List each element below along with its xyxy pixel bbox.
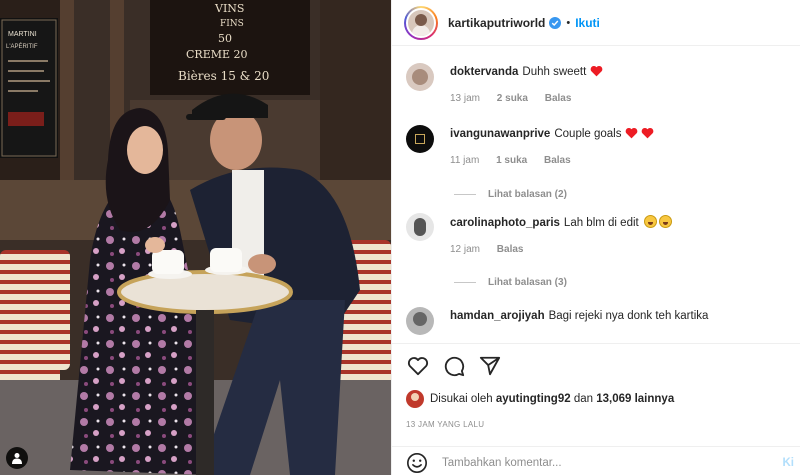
comment-likes[interactable]: 2 suka [497,93,528,104]
comment-item: hamdan_arojiyah Bagi rejeki nya donk teh … [406,307,800,335]
red-heart-emoji-icon [590,65,602,77]
post-timestamp[interactable]: 13 JAM YANG LALU [406,420,484,429]
sign-line: CREME 20 [186,48,248,61]
red-heart-emoji-icon [641,127,654,139]
comment-username[interactable]: doktervanda [450,66,518,78]
comment-text: Lah blm di edit [563,217,639,229]
action-bar [392,343,800,388]
menu-board-line: MARTINI [8,31,37,38]
laughing-emoji-icon [643,215,657,228]
emoji-smiley-icon[interactable] [406,452,428,474]
comment-text: Bagi rejeki nya donk teh kartika [548,310,709,322]
sign-line: Bières 15 & 20 [178,69,269,83]
menu-board-line: L'APÉRITIF [6,43,38,50]
post-photo[interactable]: MARTINI L'APÉRITIF VINS FINS 50 CREME 20… [0,0,391,475]
comment-text: Duhh sweett [522,66,587,78]
comment-bubble-icon [444,356,465,377]
laughing-emoji-icon [658,215,672,228]
comment-time[interactable]: 12 jam [450,244,480,255]
likes-others[interactable]: 13,069 lainnya [596,393,674,405]
comment-time[interactable]: 11 jam [450,155,479,166]
liker-avatar[interactable] [406,390,424,408]
view-replies-button[interactable]: Lihat balasan (3) [454,271,800,293]
reply-button[interactable]: Balas [497,244,524,255]
liker-username[interactable]: ayutingting92 [496,393,571,405]
likes-summary[interactable]: Disukai oleh ayutingting92 dan 13,069 la… [406,390,674,408]
sign-line: 50 [218,32,232,45]
replies-divider [454,193,476,195]
reply-button[interactable]: Balas [544,155,571,166]
tagged-people-button[interactable] [6,447,28,469]
comment-input[interactable] [442,456,742,469]
commenter-avatar[interactable] [406,63,434,91]
post-comment-button[interactable]: Ki [783,457,795,469]
view-replies-button[interactable]: Lihat balasan (2) [454,183,800,205]
author-avatar[interactable] [404,5,438,40]
reply-button[interactable]: Balas [545,93,572,104]
comment-likes[interactable]: 1 suka [496,155,527,166]
post-header: kartikaputriworld • Ikuti [392,0,800,46]
commenter-avatar[interactable] [406,125,434,153]
author-username[interactable]: kartikaputriworld [448,16,545,30]
post-details-pane: kartikaputriworld • Ikuti doktervanda Duh… [391,0,800,475]
commenter-avatar[interactable] [406,307,434,335]
comment-text: Couple goals [554,128,622,140]
person-icon [12,453,22,464]
likes-conj: dan [573,393,594,405]
follow-button[interactable]: Ikuti [575,16,600,30]
comment-username[interactable]: hamdan_arojiyah [450,310,545,322]
dot-separator: • [566,16,571,29]
comment-button[interactable] [442,354,466,378]
red-heart-emoji-icon [625,127,638,139]
add-comment-bar: Ki [392,446,800,475]
sign-line: VINS [214,2,244,15]
comments-list[interactable]: doktervanda Duhh sweett 13 jam 2 suka Bal… [392,63,800,341]
view-replies-label: Lihat balasan (2) [488,188,567,200]
comment-username[interactable]: carolinaphoto_paris [450,217,560,229]
comment-username[interactable]: ivangunawanprive [450,128,550,140]
commenter-avatar[interactable] [406,213,434,241]
verified-badge-icon [549,16,562,29]
like-button[interactable] [406,354,430,378]
sign-line: FINS [220,19,244,29]
likes-prefix: Disukai oleh [430,393,493,405]
comment-item: ivangunawanprive Couple goals 11 jam 1 su… [406,125,800,183]
comment-time[interactable]: 13 jam [450,93,480,104]
share-button[interactable] [478,354,502,378]
paper-plane-icon [479,356,501,376]
heart-outline-icon [407,357,429,376]
replies-divider [454,281,476,283]
comment-item: doktervanda Duhh sweett 13 jam 2 suka Bal… [406,63,800,125]
view-replies-label: Lihat balasan (3) [488,276,567,288]
comment-item: carolinaphoto_paris Lah blm di edit 12 ja… [406,213,800,271]
